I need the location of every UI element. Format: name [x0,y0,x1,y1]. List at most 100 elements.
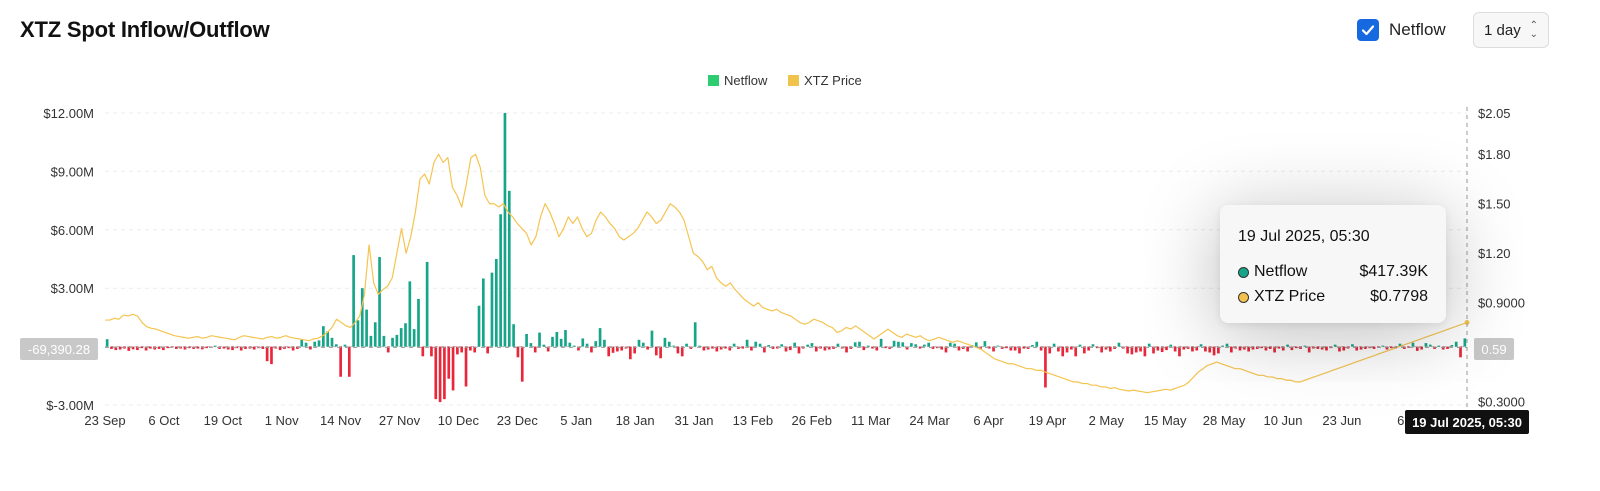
x-tick-label: 10 Dec [438,413,480,428]
netflow-bar-inflow [425,261,429,347]
crosshair-right-label: 0.59 [1481,342,1506,357]
legend-label-netflow: Netflow [724,73,768,88]
y-right-tick-label: $0.3000 [1478,395,1525,410]
netflow-bar-inflow [529,343,533,347]
netflow-bar-inflow [892,340,896,347]
netflow-bar-inflow [901,342,905,347]
y-right-tick-label: $0.9000 [1478,296,1525,311]
legend-label-price: XTZ Price [804,73,862,88]
netflow-bar-inflow [503,113,507,347]
y-right-tick-label: $1.20 [1478,246,1511,261]
netflow-bar-inflow [927,342,931,347]
netflow-bar-outflow [741,346,745,349]
netflow-bar-inflow [793,342,796,347]
x-tick-label: 5 Jan [560,413,592,428]
netflow-bar-inflow [1411,342,1415,347]
netflow-bar-outflow [1178,346,1181,357]
netflow-bar-inflow [326,331,330,347]
netflow-bar-inflow [1078,344,1082,347]
netflow-bar-inflow [373,322,377,347]
netflow-bar-inflow [304,342,308,347]
netflow-bar-outflow [654,346,658,356]
netflow-bar-outflow [659,346,662,359]
netflow-bar-inflow [996,345,1000,347]
netflow-bar-outflow [339,346,342,377]
y-left-tick-label: $-3.00M [46,398,94,413]
netflow-bar-outflow [1074,346,1078,357]
crosshair-left-label: -69,390.28 [28,342,90,357]
price-dot-icon [1238,291,1249,303]
netflow-bar-inflow [897,341,900,347]
x-tick-label: 23 Dec [497,413,539,428]
netflow-bar-inflow [598,328,602,347]
netflow-bar-outflow [590,346,593,353]
netflow-bar-outflow [430,346,433,357]
netflow-bar-inflow [412,329,416,347]
netflow-bar-inflow [105,339,109,347]
netflow-bar-inflow [525,333,528,347]
netflow-bar-inflow [1052,343,1056,347]
netflow-bar-inflow [1221,345,1225,347]
netflow-bar-outflow [1212,346,1216,356]
netflow-bar-inflow [1450,345,1454,347]
netflow-bar-outflow [1061,346,1065,357]
netflow-bar-inflow [477,305,481,347]
netflow-bar-inflow [858,341,861,347]
x-tick-label: 6 Oct [148,413,179,428]
chart-legend: Netflow XTZ Price [708,73,862,88]
netflow-bar-outflow [1013,346,1017,351]
netflow-bar-inflow [490,272,494,347]
netflow-bar-inflow [568,342,572,347]
x-tick-label: 10 Jun [1263,413,1302,428]
tooltip-value-price: $0.7798 [1370,288,1428,305]
netflow-bar-outflow [1342,346,1346,351]
netflow-bar-inflow [1424,343,1428,347]
netflow-bar-outflow [629,346,632,360]
netflow-bar-outflow [222,346,226,349]
netflow-bar-inflow [538,332,541,347]
x-tick-label: 27 Nov [379,413,421,428]
netflow-bar-outflow [451,346,455,391]
netflow-bar-outflow [520,346,524,382]
netflow-bar-inflow [395,334,399,347]
netflow-bar-outflow [1459,346,1462,358]
tooltip-date: 19 Jul 2025, 05:30 [1238,228,1370,245]
netflow-bar-inflow [1117,342,1121,347]
netflow-bar-outflow [1108,346,1112,352]
netflow-bar-inflow [1169,344,1173,347]
netflow-bar-outflow [966,346,969,352]
netflow-bar-outflow [797,346,801,354]
netflow-bar-outflow [1230,346,1233,353]
tooltip-row-netflow: Netflow $417.39K [1238,263,1428,281]
tooltip-row-price: XTZ Price $0.7798 [1238,288,1428,306]
netflow-bar-inflow [555,332,559,347]
y-right-tick-label: $1.50 [1478,197,1511,212]
netflow-bar-inflow [745,339,749,347]
netflow-bar-inflow [1147,343,1151,347]
netflow-bar-outflow [205,346,208,349]
netflow-bar-outflow [646,346,649,350]
x-tick-label: 19 Apr [1029,413,1067,428]
netflow-bar-inflow [1225,343,1229,347]
netflow-bar-outflow [166,346,170,349]
netflow-bar-outflow [434,346,438,400]
netflow-bar-inflow [914,344,918,347]
netflow-bar-inflow [1091,344,1095,347]
netflow-bar-inflow [494,259,498,347]
x-tick-label: 31 Jan [674,413,713,428]
netflow-bar-outflow [1182,346,1186,350]
netflow-bar-inflow [667,341,671,347]
netflow-bar-outflow [1173,346,1177,352]
netflow-bar-inflow [378,257,381,347]
netflow-bar-inflow [767,345,771,347]
y-right-tick-label: $2.05 [1478,106,1511,121]
netflow-bar-inflow [780,344,784,347]
x-tick-label: 23 Jun [1322,413,1361,428]
x-tick-label: 15 May [1144,413,1187,428]
x-tick-label: 1 Nov [265,413,299,428]
netflow-bar-inflow [650,330,654,347]
netflow-bar-inflow [910,343,913,347]
netflow-bar-outflow [309,346,312,350]
netflow-bar-inflow [559,338,563,347]
netflow-bar-outflow [196,346,200,349]
